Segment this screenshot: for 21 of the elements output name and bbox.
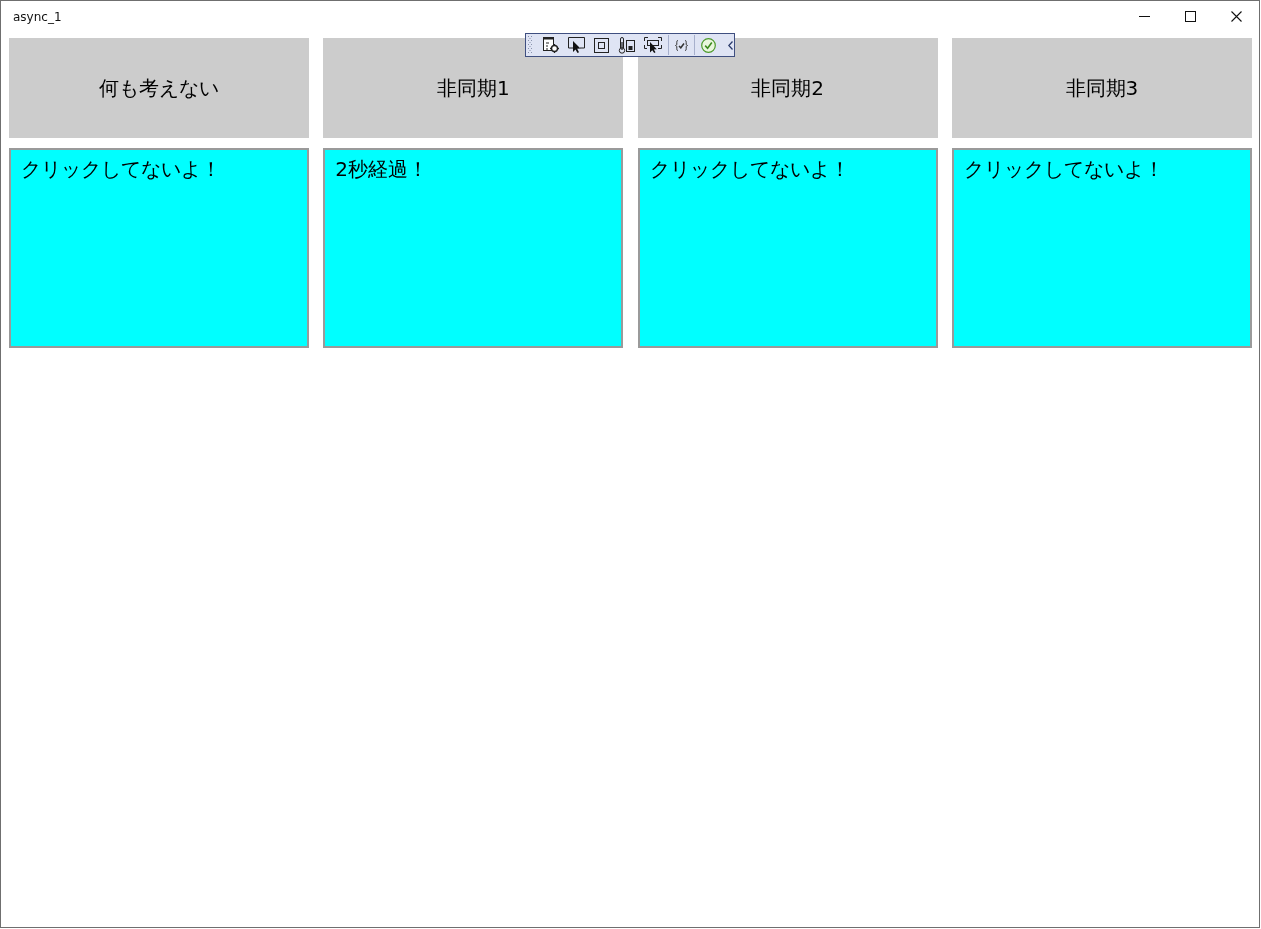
- grip-handle-icon[interactable]: [528, 36, 533, 54]
- close-icon[interactable]: [1230, 11, 1242, 22]
- select-arrow-icon[interactable]: [568, 37, 585, 53]
- dashed-frame-arrow-icon[interactable]: [644, 37, 662, 53]
- thermometer-box-icon[interactable]: [618, 36, 635, 54]
- window-title: async_1: [13, 9, 62, 24]
- text-box[interactable]: 2秒経過！: [323, 148, 624, 348]
- action-button[interactable]: 何も考えない: [9, 38, 309, 138]
- braces-check-icon[interactable]: [675, 39, 688, 51]
- window-gear-icon[interactable]: [543, 37, 559, 53]
- square-in-square-icon[interactable]: [594, 37, 609, 53]
- action-button[interactable]: 非同期1: [323, 38, 624, 138]
- check-circle-icon[interactable]: [701, 37, 716, 53]
- text-box[interactable]: クリックしてないよ！: [9, 148, 309, 348]
- action-button[interactable]: 非同期3: [951, 38, 1252, 138]
- text-box[interactable]: クリックしてないよ！: [637, 148, 938, 348]
- action-button[interactable]: 非同期2: [637, 38, 938, 138]
- minimize-icon[interactable]: [1138, 16, 1150, 17]
- collapse-chevron-icon[interactable]: [728, 40, 733, 50]
- text-box[interactable]: クリックしてないよ！: [951, 148, 1252, 348]
- maximize-icon[interactable]: [1184, 11, 1196, 22]
